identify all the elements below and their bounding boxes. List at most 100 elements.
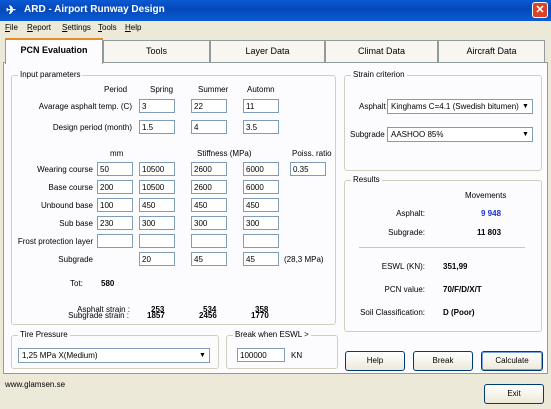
subgrade-strain-automn: 1770	[251, 311, 269, 320]
menu-file-rest: ile	[9, 23, 18, 32]
layer-stiffness-spring[interactable]: 10500	[139, 162, 175, 176]
layer-stiffness-summer[interactable]: 300	[191, 216, 227, 230]
group-title: Break when ESWL >	[233, 330, 311, 339]
soil-class-value: D (Poor)	[443, 308, 475, 317]
subgrade-criterion-select[interactable]: AASHOO 85% ▼	[387, 127, 533, 142]
layer-stiffness-summer[interactable]: 2600	[191, 180, 227, 194]
design-period-summer-input[interactable]: 4	[191, 120, 227, 134]
mm-header: mm	[110, 149, 124, 158]
airplane-icon: ✈	[5, 3, 17, 17]
soil-class-label: Soil Classification:	[360, 308, 425, 317]
asphalt-movements-label: Asphalt:	[396, 209, 425, 218]
calculate-button[interactable]: Calculate	[481, 351, 543, 371]
asphalt-movements-value: 9 948	[481, 209, 502, 218]
avg-temp-automn-input[interactable]: 11	[243, 99, 279, 113]
layer-stiffness-automn[interactable]	[243, 234, 279, 248]
layer-stiffness-summer[interactable]: 2600	[191, 162, 227, 176]
layer-stiffness-spring[interactable]	[139, 234, 175, 248]
tire-pressure-select[interactable]: 1,25 MPa X(Medium) ▼	[18, 348, 210, 363]
subgrade-note: (28,3 MPa)	[284, 255, 324, 264]
layer-stiffness-automn[interactable]: 6000	[243, 180, 279, 194]
menu-report[interactable]: Report	[27, 23, 51, 32]
tab-aircraft-data[interactable]: Aircraft Data	[438, 40, 545, 62]
subgrade-strain-label: Subgrade strain :	[68, 311, 129, 320]
layer-thickness-input[interactable]	[97, 234, 133, 248]
help-button[interactable]: Help	[345, 351, 405, 371]
subgrade-strain-spring: 1857	[147, 311, 165, 320]
input-parameters-group: Input parameters Period Spring Summer Au…	[11, 70, 336, 325]
layer-stiffness-automn[interactable]: 6000	[243, 162, 279, 176]
layer-stiffness-automn[interactable]: 300	[243, 216, 279, 230]
menu-help[interactable]: Help	[125, 23, 141, 32]
pcn-label: PCN value:	[384, 285, 425, 294]
menu-file[interactable]: File	[5, 23, 18, 32]
exit-button[interactable]: Exit	[484, 384, 544, 404]
group-title: Strain criterion	[351, 70, 407, 79]
avg-temp-spring-input[interactable]: 3	[139, 99, 175, 113]
layer-stiffness-spring[interactable]: 300	[139, 216, 175, 230]
break-eswl-unit: KN	[291, 351, 303, 360]
subgrade-criterion-label: Subgrade	[350, 130, 385, 139]
tab-pcn-evaluation[interactable]: PCN Evaluation	[5, 38, 103, 64]
period-header: Period	[104, 85, 128, 94]
layer-label: Wearing course	[37, 165, 93, 174]
group-title: Results	[351, 175, 382, 184]
menu-bar: File Report Settings Tools Help	[0, 22, 551, 36]
asphalt-criterion-select[interactable]: Kinghams C=4.1 (Swedish bitumen) ▼	[387, 99, 533, 114]
movements-header: Movements	[465, 191, 507, 200]
select-value: 1,25 MPa X(Medium)	[22, 351, 98, 360]
layer-stiffness-summer[interactable]: 45	[191, 252, 227, 266]
tab-layer-data[interactable]: Layer Data	[210, 40, 325, 62]
layer-stiffness-spring[interactable]: 10500	[139, 180, 175, 194]
tab-tools[interactable]: Tools	[103, 40, 210, 62]
subgrade-movements-label: Subgrade:	[388, 228, 425, 237]
select-value: Kinghams C=4.1 (Swedish bitumen)	[391, 102, 519, 111]
layer-stiffness-summer[interactable]: 450	[191, 198, 227, 212]
results-group: Results Movements Asphalt: 9 948 Subgrad…	[344, 175, 542, 332]
menu-settings[interactable]: Settings	[62, 23, 91, 32]
tire-pressure-group: Tire Pressure 1,25 MPa X(Medium) ▼	[11, 330, 219, 369]
tot-label: Tot:	[70, 279, 83, 288]
select-value: AASHOO 85%	[391, 130, 444, 139]
tot-value: 580	[101, 279, 115, 288]
layer-stiffness-automn[interactable]: 450	[243, 198, 279, 212]
summer-header: Summer	[198, 85, 229, 94]
tab-climat-data[interactable]: Climat Data	[325, 40, 438, 62]
layer-stiffness-summer[interactable]	[191, 234, 227, 248]
close-button[interactable]: ✕	[532, 2, 548, 18]
subgrade-movements-value: 11 803	[477, 228, 502, 237]
menu-tools[interactable]: Tools	[98, 23, 117, 32]
break-button-label: Break	[432, 356, 454, 365]
chevron-down-icon: ▼	[520, 129, 531, 140]
subgrade-strain-summer: 2456	[199, 311, 217, 320]
layer-stiffness-spring[interactable]: 20	[139, 252, 175, 266]
layer-thickness-input[interactable]: 100	[97, 198, 133, 212]
title-bar: ✈ ARD - Airport Runway Design ✕	[0, 0, 551, 21]
break-eswl-input[interactable]: 100000	[237, 348, 285, 362]
layer-thickness-input[interactable]: 200	[97, 180, 133, 194]
strain-criterion-group: Strain criterion Asphalt Kinghams C=4.1 …	[344, 70, 542, 171]
design-period-automn-input[interactable]: 3.5	[243, 120, 279, 134]
stiffness-header: Stiffness (MPa)	[197, 149, 252, 158]
layer-thickness-input[interactable]: 50	[97, 162, 133, 176]
pcn-value: 70/F/D/X/T	[443, 285, 482, 294]
layer-stiffness-spring[interactable]: 450	[139, 198, 175, 212]
layer-thickness-input[interactable]: 230	[97, 216, 133, 230]
asphalt-criterion-label: Asphalt	[359, 102, 386, 111]
chevron-down-icon: ▼	[197, 350, 208, 361]
design-period-spring-input[interactable]: 1.5	[139, 120, 175, 134]
poisson-ratio-input[interactable]: 0.35	[290, 162, 326, 176]
calculate-button-label: Calculate	[495, 356, 529, 365]
layer-label: Base course	[48, 183, 93, 192]
layer-stiffness-automn[interactable]: 45	[243, 252, 279, 266]
layer-label: Subgrade	[58, 255, 93, 264]
avg-temp-summer-input[interactable]: 22	[191, 99, 227, 113]
avg-temp-label: Avarage asphalt temp. (C)	[38, 102, 132, 111]
chevron-down-icon: ▼	[520, 101, 531, 112]
group-title: Tire Pressure	[18, 330, 70, 339]
window-title: ARD - Airport Runway Design	[24, 4, 165, 15]
group-title: Input parameters	[18, 70, 83, 79]
eswl-value: 351,99	[443, 262, 468, 271]
status-url: www.glamsen.se	[5, 380, 66, 389]
break-button[interactable]: Break	[413, 351, 473, 371]
